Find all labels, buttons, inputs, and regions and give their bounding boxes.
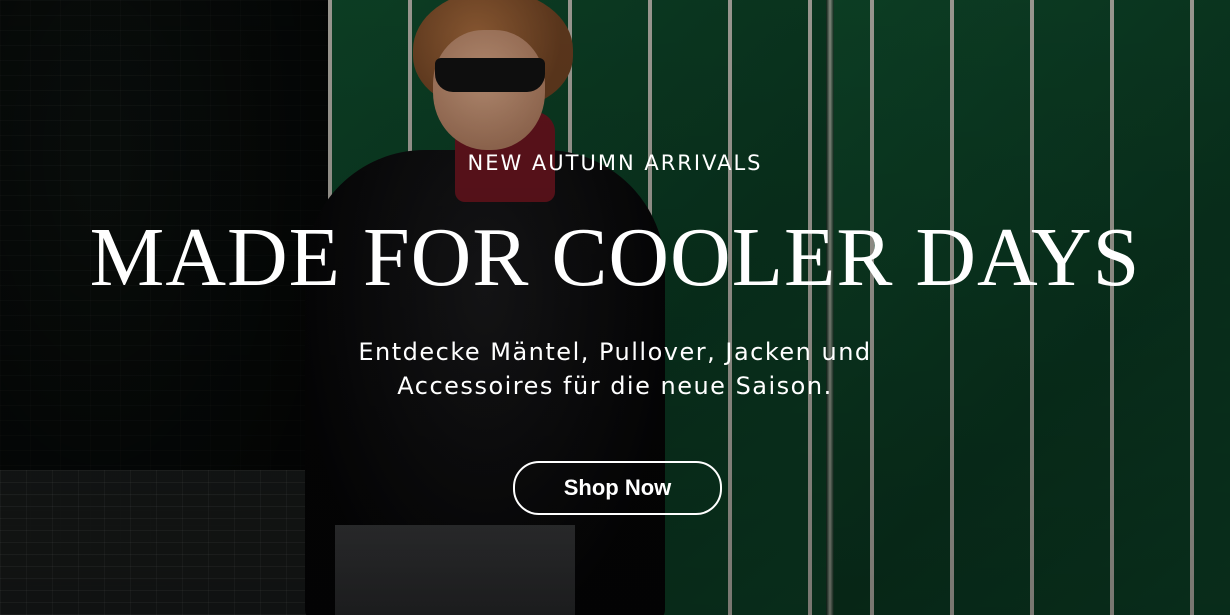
hero-headline: MADE FOR COOLER DAYS <box>89 211 1141 304</box>
hero-eyebrow: NEW AUTUMN ARRIVALS <box>467 151 763 175</box>
hero-subtext: Entdecke Mäntel, Pullover, Jacken und Ac… <box>315 335 915 403</box>
hero-subtext-line-1: Entdecke Mäntel, Pullover, Jacken und <box>358 338 872 366</box>
shop-now-button[interactable]: Shop Now <box>513 461 722 515</box>
hero-content: NEW AUTUMN ARRIVALS MADE FOR COOLER DAYS… <box>0 0 1230 615</box>
hero-subtext-line-2: Accessoires für die neue Saison. <box>397 372 833 400</box>
hero-banner: NEW AUTUMN ARRIVALS MADE FOR COOLER DAYS… <box>0 0 1230 615</box>
